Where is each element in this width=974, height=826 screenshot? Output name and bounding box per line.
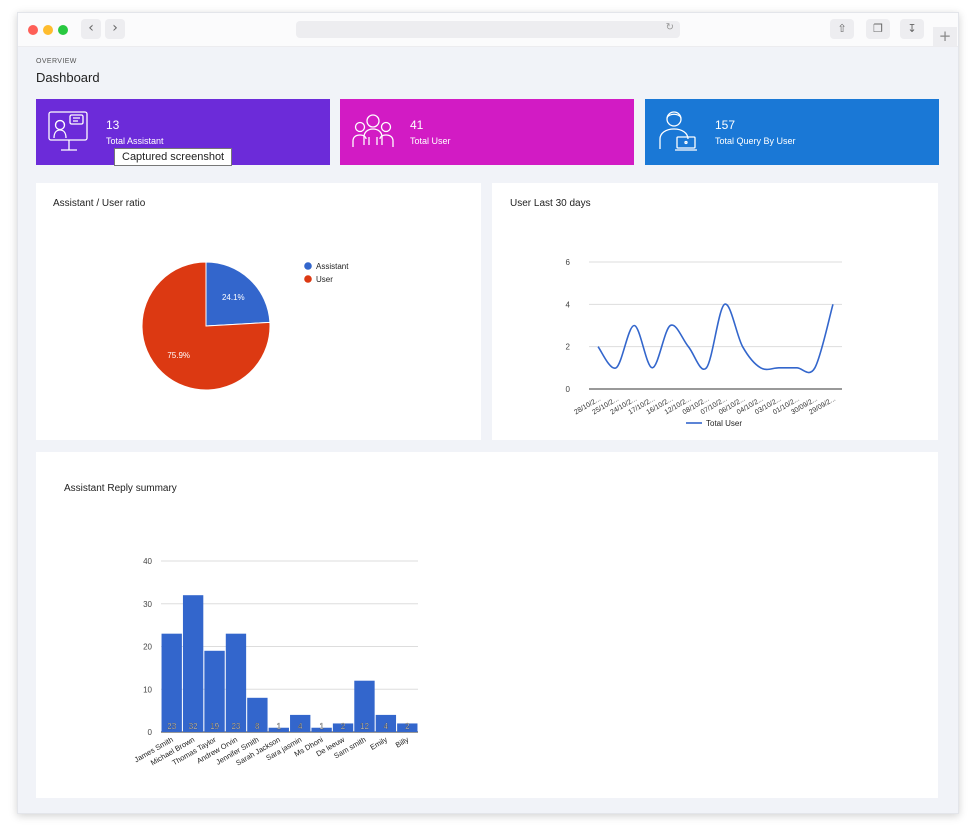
bar-data-label: 8 [255, 722, 260, 731]
bar-chart-panel: Assistant Reply summary 0 10 20 30 40 23 James… [36, 452, 938, 798]
pie-legend-label: Assistant [316, 262, 349, 271]
bar [161, 633, 182, 732]
back-button[interactable]: ‹ [81, 19, 101, 39]
line-y-tick-label: 2 [566, 343, 571, 352]
bar-y-tick-label: 30 [143, 600, 152, 609]
line-legend-label: Total User [706, 419, 742, 428]
bar-data-label: 1 [277, 722, 282, 731]
download-icon[interactable]: ↧ [900, 19, 924, 39]
pie-chart: 24.1% 75.9% Assistant User [141, 261, 349, 391]
bar-x-tick-label: Billy [394, 735, 411, 750]
bar [204, 650, 225, 732]
browser-window: ‹ › ↻ ⇧ ❐ ↧ + OVERVIEW Dashboard 13 Tota… [17, 12, 959, 814]
bar-data-label: 12 [360, 722, 369, 731]
browser-toolbar: ‹ › ↻ ⇧ ❐ ↧ [18, 13, 958, 47]
bar-data-label: 2 [405, 722, 410, 731]
total-query-card[interactable]: 157 Total Query By User [645, 99, 939, 165]
total-query-label: Total Query By User [715, 136, 796, 146]
bar [225, 633, 247, 732]
breadcrumb: OVERVIEW [36, 58, 77, 65]
total-user-label: Total User [410, 136, 451, 146]
pie-data-label: 75.9% [167, 351, 190, 360]
total-query-value: 157 [715, 118, 736, 132]
bar-data-label: 19 [210, 722, 219, 731]
minimize-window-button[interactable] [43, 25, 53, 35]
bar-chart: 01020304023James Smith32Michael Brown19T… [133, 557, 418, 768]
total-assistant-value: 13 [106, 118, 120, 132]
reload-icon[interactable]: ↻ [666, 22, 674, 33]
pie-legend-marker [304, 275, 312, 283]
bar-y-tick-label: 0 [148, 728, 153, 737]
query-user-icon [659, 111, 697, 151]
bar-data-label: 32 [189, 722, 198, 731]
bar-data-label: 1 [319, 722, 324, 731]
line-chart: 024628/10/2...25/10/2...24/10/2...17/10/… [566, 258, 842, 428]
bar-x-tick-label: Emily [368, 735, 389, 752]
line-y-tick-label: 4 [566, 300, 571, 309]
line-chart-panel: User Last 30 days 0 2 4 6 28/10/2... 25/10/2.… [492, 183, 938, 440]
new-tab-button[interactable]: + [933, 27, 957, 46]
page-title: Dashboard [36, 70, 100, 85]
maximize-window-button[interactable] [58, 25, 68, 35]
tabs-icon[interactable]: ❐ [866, 19, 890, 39]
pie-chart-panel: Assistant / User ratio 24.1% 75.9% Assista… [36, 183, 481, 440]
share-icon[interactable]: ⇧ [830, 19, 854, 39]
pie-legend-label: User [316, 275, 333, 284]
bar-data-label: 23 [167, 722, 176, 731]
pie-data-label: 24.1% [222, 293, 245, 302]
line-series-total-user [597, 303, 834, 374]
bar [182, 595, 204, 732]
bar-data-label: 2 [341, 722, 346, 731]
total-user-value: 41 [410, 118, 424, 132]
bar-data-label: 4 [298, 722, 303, 731]
bar-y-tick-label: 10 [143, 685, 152, 694]
bar-y-tick-label: 40 [143, 557, 152, 566]
total-assistant-label: Total Assistant [106, 136, 164, 146]
users-icon [352, 114, 394, 147]
bar-y-tick-label: 20 [143, 643, 152, 652]
pie-legend-marker [304, 262, 312, 270]
line-y-tick-label: 0 [566, 385, 571, 394]
line-y-tick-label: 6 [566, 258, 571, 267]
forward-button[interactable]: › [105, 19, 125, 39]
close-window-button[interactable] [28, 25, 38, 35]
address-bar[interactable]: ↻ [296, 21, 680, 38]
bar-data-label: 23 [232, 722, 241, 731]
total-user-card[interactable]: 41 Total User [340, 99, 634, 165]
assistant-icon [48, 111, 88, 151]
bar-data-label: 4 [384, 722, 389, 731]
tooltip: Captured screenshot [114, 148, 233, 166]
